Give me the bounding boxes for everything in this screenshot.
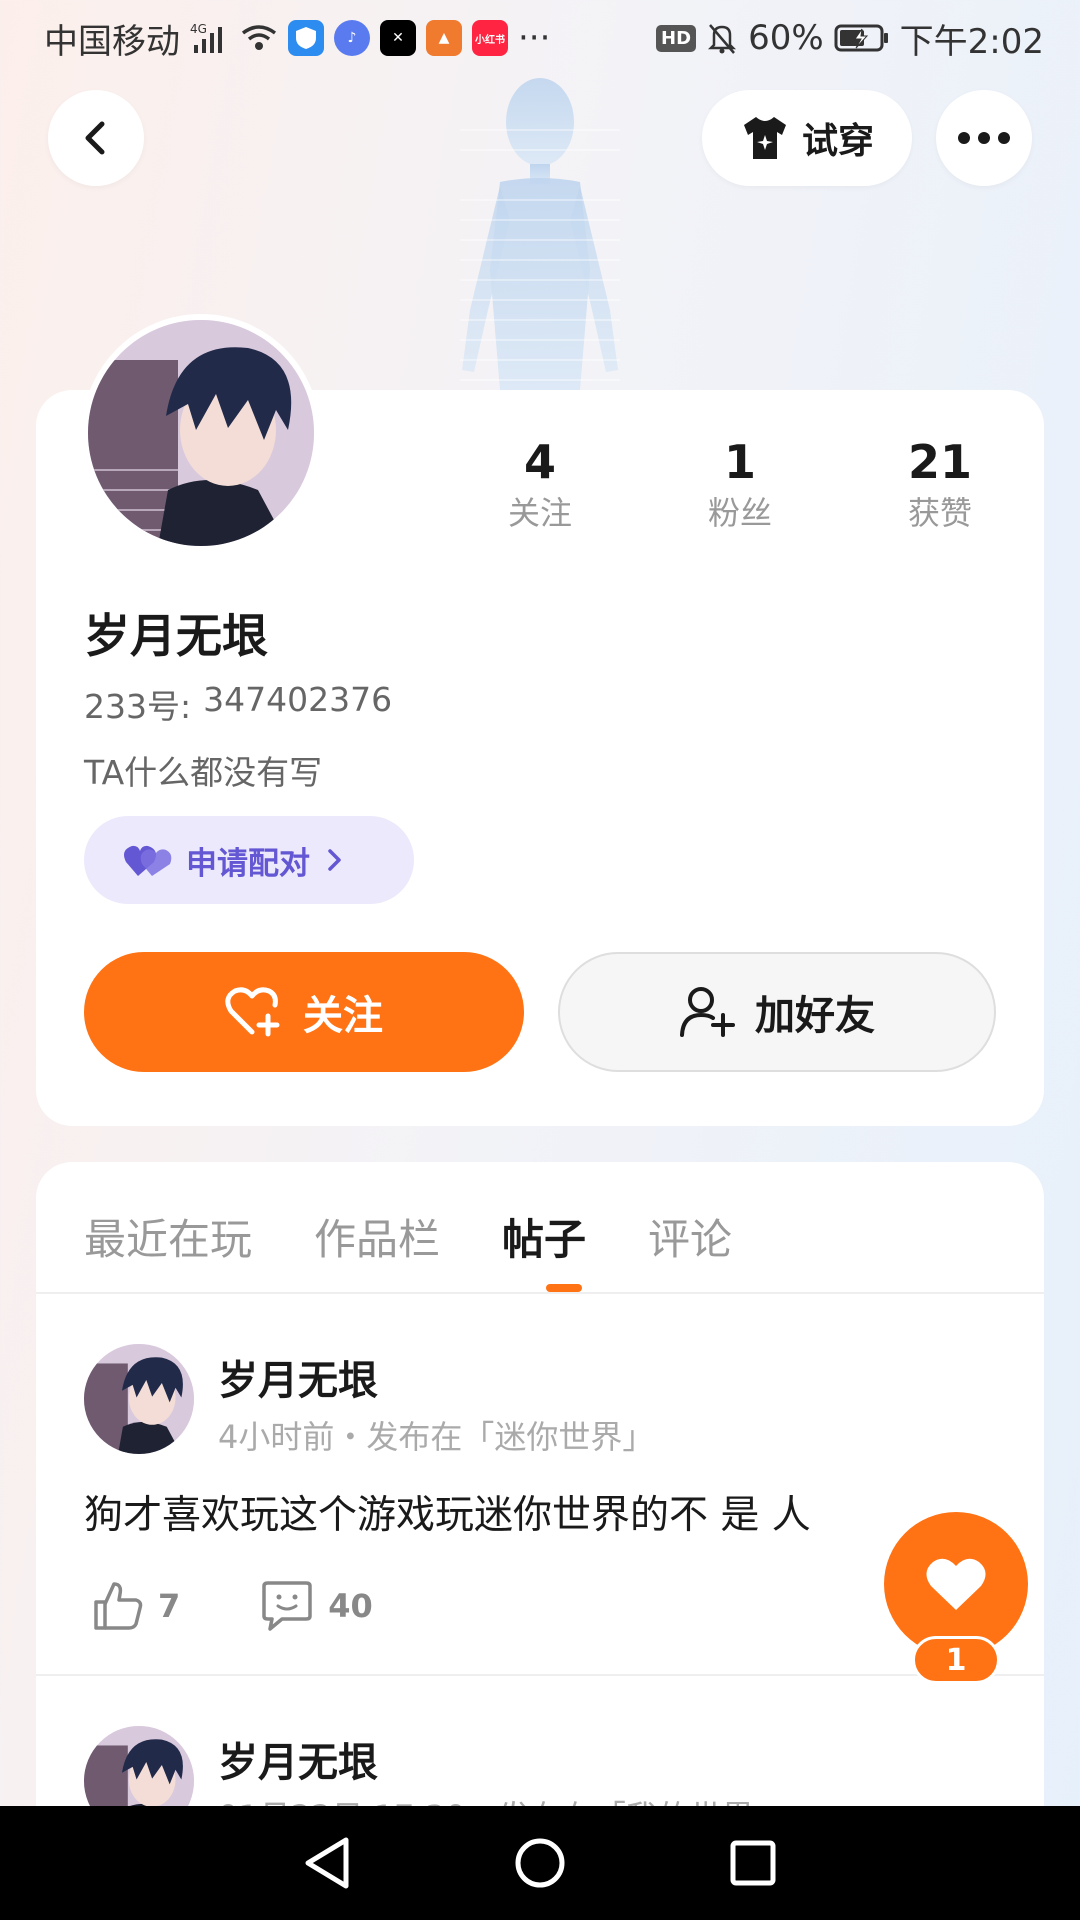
xiaohongshu-app-icon: 小红书 xyxy=(472,20,508,56)
stat-label: 关注 xyxy=(507,494,572,532)
heart-icon xyxy=(926,1558,986,1610)
signal-icon: 4G xyxy=(190,21,230,55)
back-button[interactable] xyxy=(48,90,144,186)
more-dots-icon xyxy=(958,132,1010,144)
profile-tabs: 最近在玩 作品栏 帖子 评论 xyxy=(84,1196,794,1276)
battery-icon xyxy=(834,23,890,53)
thumbs-up-icon xyxy=(94,1582,143,1630)
system-navigation-bar xyxy=(0,1806,1080,1920)
follow-label: 关注 xyxy=(303,993,383,1039)
stat-value: 21 xyxy=(907,435,972,489)
try-on-button[interactable]: 试穿 xyxy=(702,90,912,186)
stat-label: 粉丝 xyxy=(707,494,772,532)
tabs-divider xyxy=(36,1292,1044,1294)
user-id-value: 347402376 xyxy=(203,680,393,719)
post-author-avatar[interactable] xyxy=(84,1344,194,1454)
request-pairing-label: 申请配对 xyxy=(186,845,310,882)
nav-recents-button[interactable] xyxy=(723,1833,783,1893)
anime-character-avatar-image xyxy=(88,320,314,546)
chevron-left-icon xyxy=(85,121,105,155)
post-actions: 7 40 xyxy=(92,1580,453,1632)
square-recents-icon xyxy=(730,1840,776,1886)
like-count: 7 xyxy=(158,1587,181,1625)
status-right: HD 60% 下午2:02 xyxy=(656,14,1044,63)
bell-muted-icon xyxy=(706,21,738,55)
post-meta: 4小时前・发布在「迷你世界」 xyxy=(218,1418,655,1456)
clock: 下午2:02 xyxy=(899,21,1044,62)
capcut-app-icon: ✕ xyxy=(380,20,416,56)
tshirt-icon xyxy=(743,117,786,159)
floating-heart-button[interactable] xyxy=(884,1512,1028,1656)
user-id-label: 233号: xyxy=(84,687,192,726)
wifi-icon xyxy=(240,23,278,53)
triangle-back-icon xyxy=(305,1837,349,1889)
stat-label: 获赞 xyxy=(907,494,972,532)
post-divider xyxy=(36,1674,1044,1676)
anime-character-avatar-image xyxy=(84,1344,194,1454)
post-author-name[interactable]: 岁月无垠 xyxy=(218,1730,378,1788)
comment-smile-icon xyxy=(262,1581,313,1631)
post-meta: 01月22日 17:30・发布在「我的世界」 xyxy=(218,1792,786,1806)
carrier-label: 中国移动 xyxy=(44,21,180,62)
avatar-figure-illustration xyxy=(460,78,620,390)
circle-home-icon xyxy=(515,1838,565,1888)
post-author-name[interactable]: 岁月无垠 xyxy=(218,1348,378,1406)
anime-character-avatar-image xyxy=(84,1726,194,1806)
nav-home-button[interactable] xyxy=(510,1833,570,1893)
status-left: 中国移动 4G ♪ ✕ ▲ 小红书 ··· xyxy=(44,14,550,63)
battery-percent: 60% xyxy=(748,18,824,58)
tab-works[interactable]: 作品栏 xyxy=(314,1206,440,1267)
stat-following[interactable]: 4 关注 xyxy=(440,434,640,536)
double-heart-icon xyxy=(124,845,172,876)
profile-username: 岁月无垠 xyxy=(84,609,268,663)
profile-bio: TA什么都没有写 xyxy=(84,753,323,792)
hd-badge: HD xyxy=(656,24,697,52)
stat-value: 4 xyxy=(523,435,556,489)
active-tab-indicator xyxy=(546,1284,582,1292)
status-bar: 中国移动 4G ♪ ✕ ▲ 小红书 ··· HD 60% 下午2:02 xyxy=(0,0,1080,76)
shield-app-icon xyxy=(288,20,324,56)
add-person-icon xyxy=(680,987,735,1037)
nav-back-button[interactable] xyxy=(297,1833,357,1893)
tab-comments[interactable]: 评论 xyxy=(648,1206,732,1267)
comment-count: 40 xyxy=(328,1587,373,1625)
network-label: 4G xyxy=(190,22,207,36)
stat-likes[interactable]: 21 获赞 xyxy=(840,434,1040,536)
chevron-right-icon xyxy=(328,849,341,871)
like-button[interactable]: 7 xyxy=(92,1580,180,1632)
profile-avatar[interactable] xyxy=(82,314,320,552)
profile-user-id: 233号: 347402376 xyxy=(84,680,392,728)
post-item[interactable]: 岁月无垠 01月22日 17:30・发布在「我的世界」 xyxy=(36,1680,1044,1806)
more-notifications-icon: ··· xyxy=(518,18,551,58)
speedometer-app-icon: ▲ xyxy=(426,20,462,56)
follow-button[interactable]: 关注 xyxy=(84,952,524,1072)
post-author-avatar[interactable] xyxy=(84,1726,194,1806)
try-on-label: 试穿 xyxy=(801,121,874,162)
request-pairing-button[interactable]: 申请配对 xyxy=(84,816,414,904)
tab-recently-played[interactable]: 最近在玩 xyxy=(84,1206,252,1267)
add-friend-label: 加好友 xyxy=(755,993,875,1039)
profile-stats: 4 关注 1 粉丝 21 获赞 xyxy=(440,434,1040,536)
tab-posts[interactable]: 帖子 xyxy=(502,1206,586,1267)
more-options-button[interactable] xyxy=(936,90,1032,186)
add-friend-button[interactable]: 加好友 xyxy=(558,952,996,1072)
heart-count-badge: 1 xyxy=(912,1636,1000,1684)
stat-followers[interactable]: 1 粉丝 xyxy=(640,434,840,536)
music-app-icon: ♪ xyxy=(334,20,370,56)
stat-value: 1 xyxy=(723,435,756,489)
heart-plus-icon xyxy=(225,987,280,1037)
comment-button[interactable]: 40 xyxy=(260,1580,373,1632)
post-text[interactable]: 狗才喜欢玩这个游戏玩迷你世界的不 是 人 xyxy=(84,1484,811,1540)
